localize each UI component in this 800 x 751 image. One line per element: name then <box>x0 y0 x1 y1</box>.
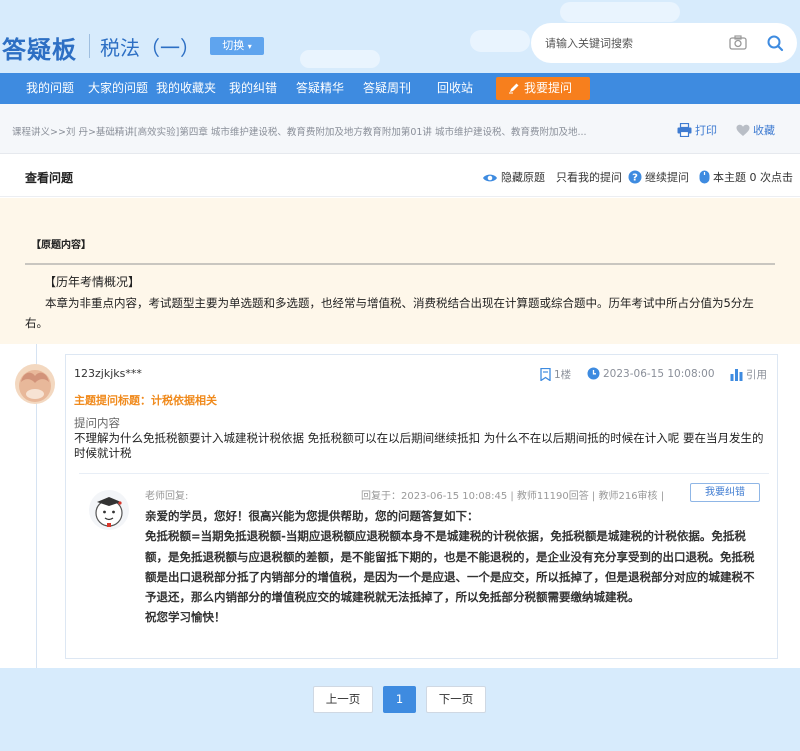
nav-item-favorites[interactable]: 我的收藏夹 <box>156 73 216 104</box>
ask-question-button[interactable]: 我要提问 <box>496 77 590 100</box>
print-button[interactable]: 打印 <box>677 122 717 138</box>
question-content: 不理解为什么免抵税额要计入城建税计税依据 免抵税额可以在以后期间继续抵扣 为什么… <box>74 431 764 460</box>
original-content-label: 【原题内容】 <box>31 240 91 251</box>
only-my-questions-toggle[interactable]: 只看我的提问 <box>556 169 622 185</box>
question-thread: 123zjkjks*** 1楼 2023-06-15 10:08:00 引用 主… <box>0 344 800 668</box>
switch-subject-button[interactable]: 切换 ▾ <box>210 37 264 55</box>
favorite-button[interactable]: 收藏 <box>736 122 775 138</box>
cloud-decoration <box>470 30 530 52</box>
divider <box>25 263 775 265</box>
time-label: 2023-06-15 10:08:00 <box>603 368 715 380</box>
reply-body: 亲爱的学员，您好！很高兴能为您提供帮助，您的问题答复如下： 免抵税额=当期免抵退… <box>145 506 763 628</box>
bookmark-icon <box>540 367 551 382</box>
pencil-icon <box>509 83 519 94</box>
topic-click-count: 本主题 0 次点击 <box>699 169 793 185</box>
caret-down-icon: ▾ <box>247 42 252 51</box>
nav-item-recycle-bin[interactable]: 回收站 <box>437 73 473 104</box>
topic-count-label: 本主题 0 次点击 <box>713 171 793 184</box>
cloud-decoration <box>560 2 680 22</box>
breadcrumb[interactable]: 课程讲义>>刘 丹>基础精讲[高效实验]第四章 城市维护建设税、教育费附加及地方… <box>12 124 662 138</box>
search-box <box>531 23 797 63</box>
search-input[interactable] <box>545 34 725 52</box>
hide-original-label: 隐藏原题 <box>501 171 545 184</box>
report-error-button[interactable]: 我要纠错 <box>690 483 760 502</box>
hide-original-toggle[interactable]: 隐藏原题 <box>482 169 545 185</box>
pagination: 上一页 1 下一页 <box>0 668 800 751</box>
teacher-reply: 老师回复: 回复于：2023-06-15 10:08:45 | 教师11190回… <box>79 473 769 653</box>
reply-greeting: 亲爱的学员，您好！很高兴能为您提供帮助，您的问题答复如下： <box>145 509 479 523</box>
floor-label: 1楼 <box>554 369 572 381</box>
original-heading: 【历年考情概况】 <box>44 275 141 289</box>
svg-text:?: ? <box>632 173 638 184</box>
camera-icon[interactable] <box>729 35 747 50</box>
floor-number: 1楼 <box>540 367 571 382</box>
reply-answer: 免抵税额=当期免抵退税额-当期应退税额应退税额本身不是城建税的计税依据，免抵税额… <box>145 529 755 605</box>
question-time: 2023-06-15 10:08:00 <box>587 367 715 380</box>
teacher-reply-label: 老师回复: <box>145 491 189 502</box>
nav-item-corrections[interactable]: 我的纠错 <box>229 73 277 104</box>
question-circle-icon: ? <box>628 170 642 184</box>
bar-chart-icon <box>730 369 743 381</box>
nav-item-highlights[interactable]: 答疑精华 <box>296 73 344 104</box>
header: 答疑板 税法（一） 切换 ▾ <box>0 0 800 73</box>
search-icon[interactable] <box>766 34 784 52</box>
ask-question-label: 我要提问 <box>524 81 573 95</box>
site-logo[interactable]: 答疑板 <box>2 30 77 65</box>
eye-icon <box>483 174 497 182</box>
print-label: 打印 <box>695 124 717 137</box>
main-nav: 我的问题 大家的问题 我的收藏夹 我的纠错 答疑精华 答疑周刊 回收站 我要提问 <box>0 73 800 104</box>
clock-icon <box>587 367 600 380</box>
reply-closing: 祝您学习愉快！ <box>145 610 226 625</box>
question-topic: 主题提问标题：计税依据相关 <box>74 394 217 407</box>
current-page[interactable]: 1 <box>383 686 416 713</box>
quote-label: 引用 <box>746 369 767 381</box>
prev-page-button[interactable]: 上一页 <box>313 686 373 713</box>
cloud-decoration <box>300 50 380 68</box>
question-username[interactable]: 123zjkjks*** <box>74 367 142 380</box>
original-body: 本章为非重点内容，考试题型主要为单选题和多选题，也经常与增值税、消费税结合出现在… <box>25 296 754 330</box>
question-card: 123zjkjks*** 1楼 2023-06-15 10:08:00 引用 主… <box>65 354 778 659</box>
original-question-panel: 【原题内容】 【历年考情概况】 本章为非重点内容，考试题型主要为单选题和多选题，… <box>0 198 800 344</box>
mouse-icon <box>699 170 710 184</box>
view-toolbar: 查看问题 隐藏原题 只看我的提问 ? 继续提问 本主题 0 次点击 <box>0 155 800 197</box>
subject-title: 税法（一） <box>100 36 200 60</box>
nav-item-my-questions[interactable]: 我的问题 <box>26 73 74 104</box>
logo-divider <box>89 34 90 58</box>
next-page-button[interactable]: 下一页 <box>426 686 486 713</box>
page-title: 查看问题 <box>25 171 74 185</box>
reply-meta: 回复于：2023-06-15 10:08:45 | 教师11190回答 | 教师… <box>361 491 665 502</box>
user-avatar <box>15 364 55 404</box>
favorite-label: 收藏 <box>753 124 775 137</box>
teacher-avatar <box>89 490 129 530</box>
continue-ask-button[interactable]: ? 继续提问 <box>628 169 689 185</box>
switch-label: 切换 <box>222 39 245 52</box>
printer-icon <box>677 122 692 138</box>
nav-item-weekly[interactable]: 答疑周刊 <box>363 73 411 104</box>
nav-item-all-questions[interactable]: 大家的问题 <box>88 73 148 104</box>
continue-ask-label: 继续提问 <box>645 171 689 184</box>
breadcrumb-bar: 课程讲义>>刘 丹>基础精讲[高效实验]第四章 城市维护建设税、教育费附加及地方… <box>0 104 800 154</box>
heart-icon <box>736 124 750 136</box>
quote-button[interactable]: 引用 <box>730 367 767 382</box>
question-content-label: 提问内容 <box>74 416 120 430</box>
